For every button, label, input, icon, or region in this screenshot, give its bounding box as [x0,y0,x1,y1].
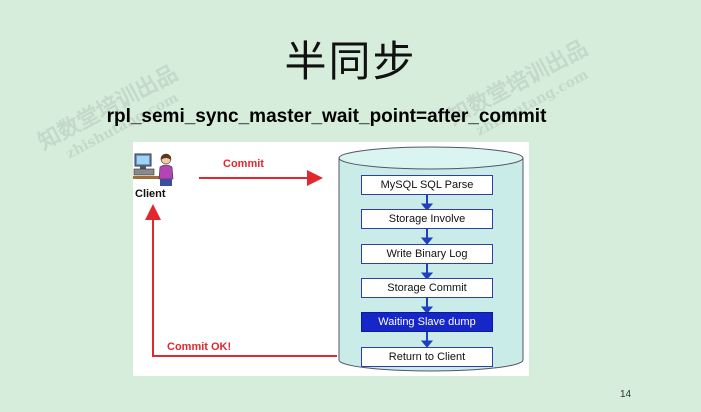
step-storage-involve: Storage Involve [361,209,493,229]
step-mysql-sql-parse: MySQL SQL Parse [361,175,493,195]
step-return-to-client: Return to Client [361,347,493,367]
step-waiting-slave-dump: Waiting Slave dump [361,312,493,332]
semi-sync-diagram: Client Commit Commit OK! MySQL SQL Parse… [133,142,529,376]
page-number: 14 [620,389,632,400]
step-write-binary-log: Write Binary Log [361,244,493,264]
step-storage-commit: Storage Commit [361,278,493,298]
slide-title: 半同步 [284,37,417,86]
slide-subtitle: rpl_semi_sync_master_wait_point=after_co… [106,106,547,127]
